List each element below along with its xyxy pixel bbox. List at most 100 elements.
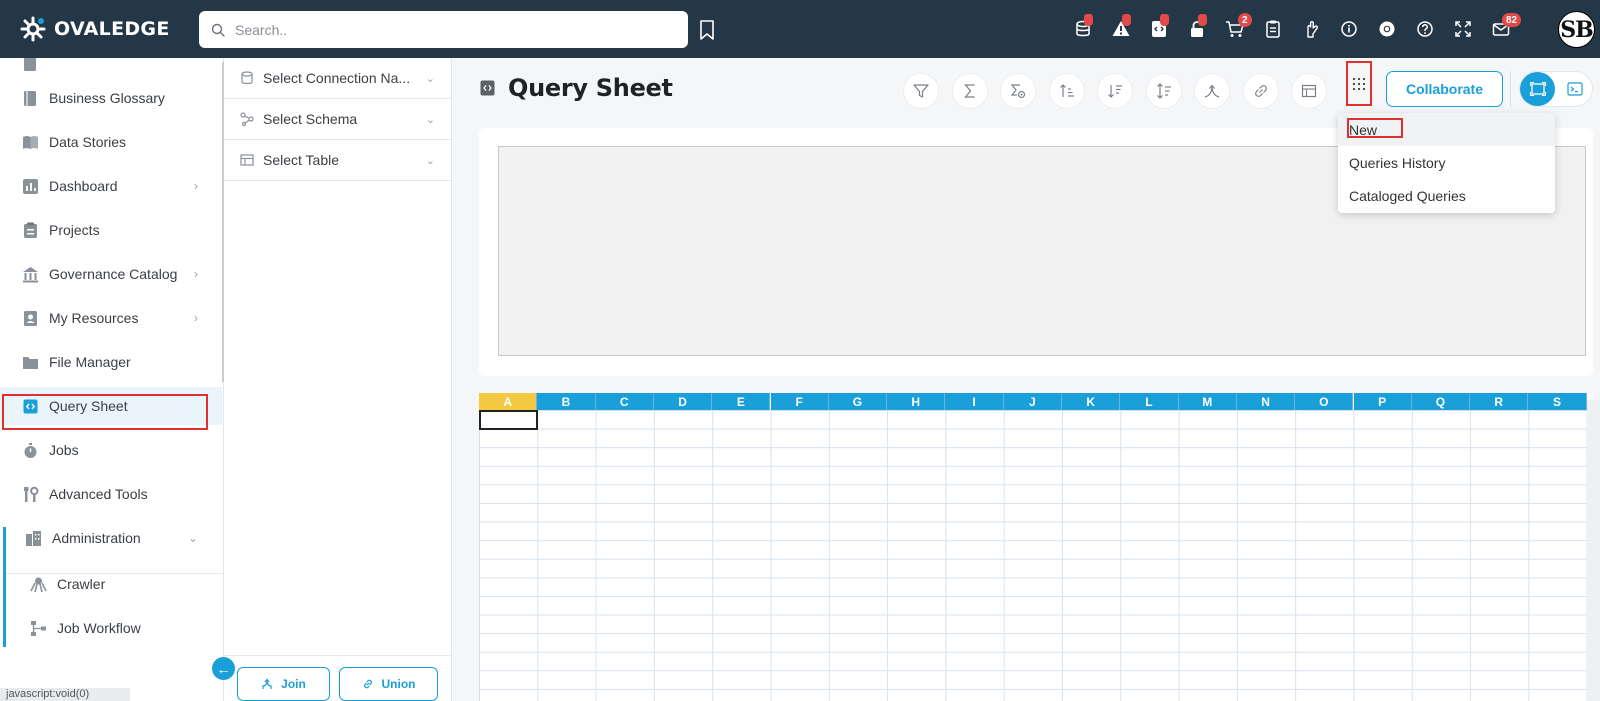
help-icon[interactable] <box>1406 14 1444 44</box>
select-connection-dropdown[interactable]: Select Connection Na... ⌄ <box>224 58 451 99</box>
join-button[interactable]: Join <box>237 667 330 701</box>
sidebar-item-business-glossary[interactable]: Business Glossary <box>0 79 222 117</box>
filter-button[interactable] <box>903 73 939 109</box>
select-label: Select Connection Na... <box>263 70 411 86</box>
sort-descending-button[interactable] <box>1097 73 1133 109</box>
column-header[interactable]: B <box>537 393 596 410</box>
column-header[interactable]: A <box>479 393 538 410</box>
sidebar-item-file-manager[interactable]: File Manager <box>0 343 222 381</box>
alert-triangle-icon[interactable] <box>1102 14 1140 44</box>
cart-badge: 2 <box>1238 13 1252 27</box>
column-header[interactable]: L <box>1120 393 1179 410</box>
select-schema-dropdown[interactable]: Select Schema ⌄ <box>224 99 451 140</box>
more-options-menu: New Queries History Cataloged Queries <box>1338 113 1555 213</box>
column-header[interactable]: M <box>1178 393 1237 410</box>
mail-icon[interactable]: 82 <box>1482 13 1522 44</box>
sidebar-item-query-sheet[interactable]: Query Sheet <box>0 387 222 425</box>
join-icon <box>1204 84 1220 98</box>
more-options-button[interactable] <box>1346 61 1372 106</box>
notification-dot <box>1084 14 1093 26</box>
folder-icon <box>23 356 38 369</box>
column-header[interactable]: J <box>1003 393 1062 410</box>
mail-badge: 82 <box>1502 13 1522 27</box>
search-box[interactable] <box>199 11 688 48</box>
column-header[interactable]: N <box>1236 393 1296 410</box>
table-view-button[interactable] <box>1291 73 1327 109</box>
hand-icon[interactable] <box>1292 14 1330 44</box>
search-input[interactable] <box>235 21 655 38</box>
aggregate-button[interactable] <box>952 73 988 109</box>
sidebar-item-administration[interactable]: Administration ⌄ <box>0 519 222 557</box>
editor-view-toggle[interactable] <box>1520 72 1555 106</box>
bookmark-icon[interactable] <box>698 19 716 41</box>
sidebar-item-my-resources[interactable]: My Resources › <box>0 299 222 337</box>
avatar[interactable]: SB <box>1558 11 1595 48</box>
column-header[interactable]: F <box>770 393 829 410</box>
page-title: Query Sheet <box>508 74 673 102</box>
sidebar-item-job-workflow[interactable]: Job Workflow <box>0 609 222 647</box>
link-icon <box>1255 85 1267 97</box>
active-cell[interactable] <box>479 410 538 430</box>
spreadsheet-cells[interactable] <box>479 410 1593 701</box>
spreadsheet-scrollbar[interactable] <box>1587 400 1600 701</box>
column-header[interactable]: G <box>828 393 888 410</box>
filter-icon <box>913 84 929 98</box>
sort-ascending-button[interactable] <box>1049 73 1085 109</box>
sidebar-item-advanced-tools[interactable]: Advanced Tools <box>0 475 222 513</box>
terminal-view-toggle[interactable] <box>1558 72 1592 106</box>
sidebar-item-projects[interactable]: Projects <box>0 211 222 249</box>
administration-accent-bar <box>3 527 6 647</box>
info-icon[interactable] <box>1330 14 1368 44</box>
sidebar-item-crawler[interactable]: Crawler <box>0 565 222 603</box>
column-header[interactable]: R <box>1470 393 1529 410</box>
logo[interactable]: OVALEDGE <box>20 15 170 43</box>
sort-asc-icon <box>1060 84 1074 97</box>
column-header[interactable]: E <box>712 393 771 410</box>
sidebar-item-jobs[interactable]: Jobs <box>0 431 222 469</box>
sidebar-item-label: My Resources <box>49 310 139 326</box>
sigma-icon <box>964 84 975 98</box>
menu-item-queries-history[interactable]: Queries History <box>1338 146 1555 179</box>
link-button[interactable] <box>1243 73 1279 109</box>
sidebar-item-governance-catalog[interactable]: Governance Catalog › <box>0 255 222 293</box>
column-header[interactable]: K <box>1062 393 1121 410</box>
clipboard-list-icon <box>24 222 37 238</box>
column-header[interactable]: I <box>945 393 1004 410</box>
column-header[interactable]: D <box>653 393 713 410</box>
collaborate-button[interactable]: Collaborate <box>1386 71 1503 107</box>
sort-button[interactable] <box>1146 73 1182 109</box>
code-file-icon[interactable] <box>1140 14 1178 44</box>
column-header[interactable]: C <box>595 393 654 410</box>
column-header[interactable]: Q <box>1411 393 1471 410</box>
glossary-icon <box>24 90 36 106</box>
column-header[interactable]: S <box>1528 393 1587 410</box>
column-header[interactable]: O <box>1295 393 1354 410</box>
select-table-dropdown[interactable]: Select Table ⌄ <box>224 140 451 181</box>
menu-item-new[interactable]: New <box>1338 113 1555 146</box>
top-bar: OVALEDGE 2 <box>0 0 1600 58</box>
table-icon <box>1301 84 1317 98</box>
cart-icon[interactable]: 2 <box>1216 13 1254 44</box>
sidebar-item-label: Business Glossary <box>49 90 165 106</box>
chevron-down-icon: ⌄ <box>187 531 198 545</box>
sort-desc-icon <box>1108 85 1122 98</box>
clipboard-icon[interactable] <box>1254 14 1292 44</box>
expand-icon[interactable] <box>1444 14 1482 44</box>
menu-item-cataloged-queries[interactable]: Cataloged Queries <box>1338 179 1555 212</box>
sidebar-item-data-stories[interactable]: Data Stories <box>0 123 222 161</box>
column-header[interactable]: P <box>1353 393 1412 410</box>
database-icon[interactable] <box>1064 14 1102 44</box>
chrome-icon[interactable] <box>1368 14 1406 44</box>
formula-button[interactable] <box>1000 73 1036 109</box>
select-label: Select Table <box>263 152 340 168</box>
workflow-icon <box>31 620 46 636</box>
union-button[interactable]: Union <box>339 667 438 701</box>
lock-icon[interactable] <box>1178 14 1216 44</box>
collapse-sidebar-button[interactable]: ← <box>212 657 235 680</box>
view-toggle[interactable] <box>1519 71 1593 107</box>
column-header[interactable]: H <box>887 393 946 410</box>
sidebar-item-dashboard[interactable]: Dashboard › <box>0 167 222 205</box>
result-spreadsheet[interactable]: ABCDEFGHIJKLMNOPQRS <box>479 393 1593 701</box>
notification-dot <box>1122 14 1131 26</box>
join-tool-button[interactable] <box>1194 73 1230 109</box>
